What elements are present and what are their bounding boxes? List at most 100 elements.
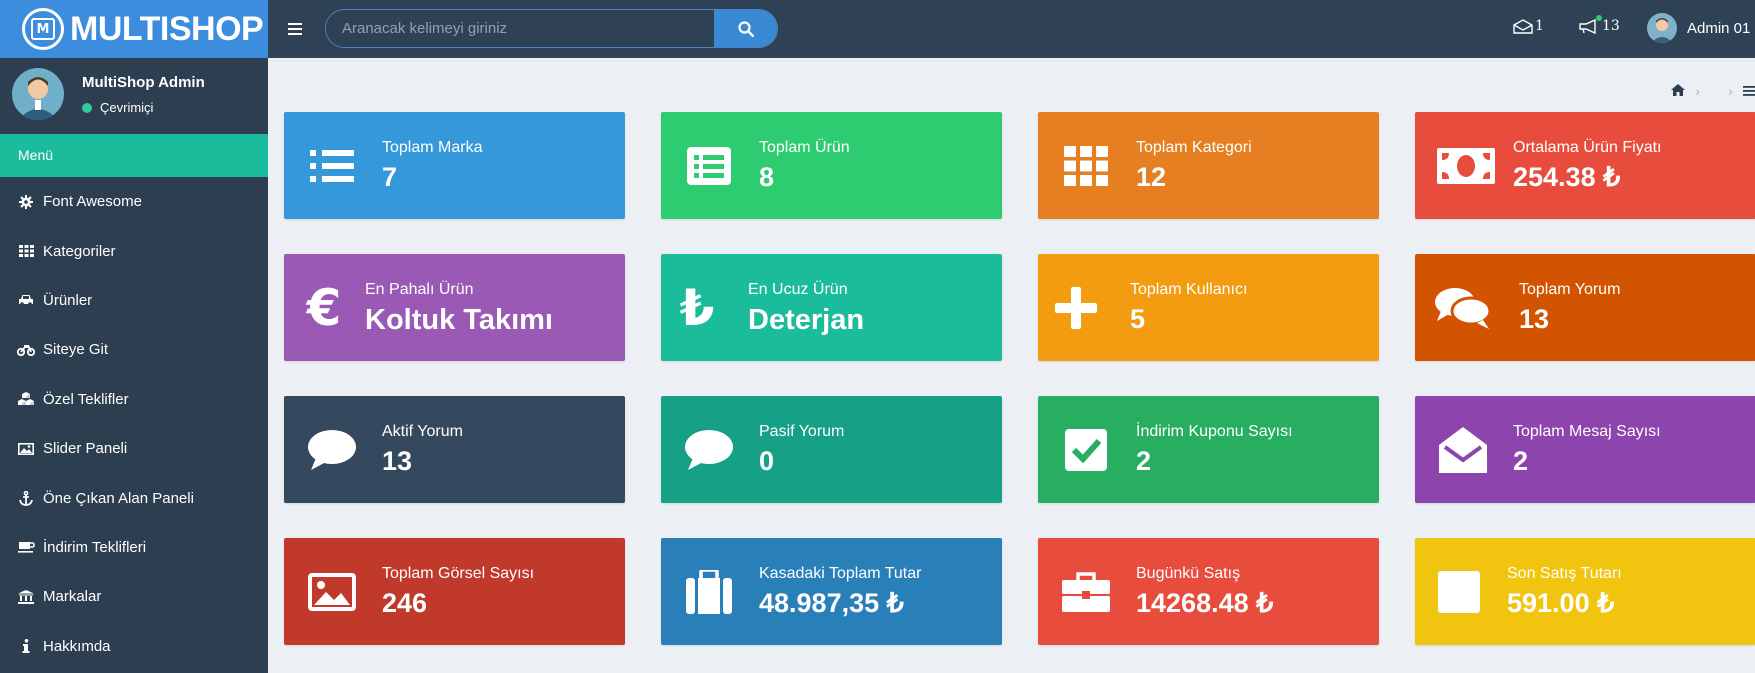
brand-logo-area[interactable]: M MULTISHOP [0,0,268,58]
brand-name: MULTISHOP [70,9,264,48]
stat-card-en-pahali-urun[interactable]: € En Pahalı Ürün Koltuk Takımı [284,254,625,361]
card-label: Aktif Yorum [382,423,463,440]
top-bar: M MULTISHOP 1 13 Admin 01 [0,0,1755,58]
money-icon [1437,142,1495,190]
card-label: Toplam Kategori [1136,139,1252,156]
card-value: 12 [1136,162,1167,192]
card-value: 0 [759,446,775,476]
stat-card-toplam-gorsel-sayisi[interactable]: Toplam Görsel Sayısı 246 [284,538,625,645]
stat-card-toplam-marka[interactable]: Toplam Marka 7 [284,112,625,219]
card-value: 5 [1130,304,1146,334]
sidebar-item-label: Kategoriler [43,242,116,260]
sidebar-item-siteye-git[interactable]: Siteye Git [0,325,268,374]
stat-card-indirim-kuponu-sayisi[interactable]: İndirim Kuponu Sayısı 2 [1038,396,1379,503]
list-icon [308,142,356,190]
sidebar-item-ozel-teklifler[interactable]: Özel Teklifler [0,375,268,424]
stat-card-son-satis-tutari[interactable]: Son Satış Tutarı 591.00 ₺ [1415,538,1755,645]
sidebar-item-markalar[interactable]: Markalar [0,572,268,621]
messages-count: 1 [1535,18,1544,34]
card-value: 13 [1519,304,1550,334]
search-bar [325,9,778,48]
card-value: 48.987,35 ₺ [759,588,904,618]
sidebar-menu: Font Awesome Kategoriler Ürünler Siteye … [0,177,268,671]
picture-icon [308,568,356,616]
sidebar-item-hakkimda[interactable]: Hakkımda [0,622,268,671]
stat-card-toplam-yorum[interactable]: Toplam Yorum 13 [1415,254,1755,361]
card-value: Koltuk Takımı [365,304,553,336]
messages-button[interactable]: 1 [1513,18,1544,34]
anchor-icon [17,490,35,506]
stat-card-toplam-urun[interactable]: Toplam Ürün 8 [661,112,1002,219]
comment-icon [685,426,733,474]
stat-card-aktif-yorum[interactable]: Aktif Yorum 13 [284,396,625,503]
home-icon[interactable] [1671,84,1686,99]
user-status: Çevrimiçi [82,100,153,115]
sidebar-item-label: Özel Teklifler [43,390,129,408]
stat-card-en-ucuz-urun[interactable]: ₺ En Ucuz Ürün Deterjan [661,254,1002,361]
card-value: Deterjan [748,304,865,336]
stat-card-kasadaki-toplam-tutar[interactable]: Kasadaki Toplam Tutar 48.987,35 ₺ [661,538,1002,645]
card-value: 7 [382,162,398,192]
grid-icon [17,243,35,259]
cubes-icon [17,391,35,407]
stat-card-ortalama-urun-fiyati[interactable]: Ortalama Ürün Fiyatı 254.38 ₺ [1415,112,1755,219]
car-icon [17,292,35,308]
card-label: En Pahalı Ürün [365,281,474,298]
card-value: 8 [759,162,775,192]
sidebar-item-one-cikan-alan-paneli[interactable]: Öne Çıkan Alan Paneli [0,473,268,522]
check-square-icon [1062,426,1110,474]
plus-icon [1052,284,1100,332]
sidebar-item-kategoriler[interactable]: Kategoriler [0,226,268,275]
search-icon [737,20,754,37]
list-icon[interactable] [1743,85,1755,99]
notifications-count: 13 [1602,18,1620,34]
stat-card-toplam-kategori[interactable]: Toplam Kategori 12 [1038,112,1379,219]
comment-icon [308,426,356,474]
card-value: 254.38 ₺ [1513,162,1621,192]
image-icon [17,441,35,457]
user-status-label: Çevrimiçi [100,100,154,115]
sidebar-item-label: Slider Paneli [43,440,128,458]
card-label: Toplam Görsel Sayısı [382,565,535,582]
breadcrumb: › › [1661,84,1755,99]
card-value: 591.00 ₺ [1507,588,1615,618]
stat-card-bugunku-satis[interactable]: Bugünkü Satış 14268.48 ₺ [1038,538,1379,645]
avatar [12,68,64,120]
card-value: 14268.48 ₺ [1136,588,1274,618]
hamburger-menu-icon[interactable] [288,17,306,39]
card-label: Ortalama Ürün Fiyatı [1513,139,1662,156]
sidebar-item-urunler[interactable]: Ürünler [0,276,268,325]
sidebar: MultiShop Admin Çevrimiçi Menü Font Awes… [0,58,268,673]
search-input[interactable] [326,10,714,47]
suitcase-icon [685,568,733,616]
toolbox-icon [1062,568,1110,616]
sidebar-item-label: Font Awesome [43,193,142,211]
card-value: 13 [382,446,413,476]
card-label: En Ucuz Ürün [748,281,848,298]
search-button[interactable] [714,10,777,47]
card-label: Toplam Yorum [1519,281,1621,298]
notifications-button[interactable]: 13 [1578,14,1620,34]
user-panel: MultiShop Admin Çevrimiçi [0,58,268,134]
menu-header: Menü [0,134,268,177]
sidebar-item-label: Markalar [43,588,102,606]
card-label: Bugünkü Satış [1136,565,1241,582]
bank-icon [17,589,35,605]
stat-card-pasif-yorum[interactable]: Pasif Yorum 0 [661,396,1002,503]
stat-card-toplam-kullanici[interactable]: Toplam Kullanıcı 5 [1038,254,1379,361]
sidebar-item-label: Hakkımda [43,637,111,655]
user-menu[interactable]: Admin 01 [1647,13,1750,43]
lira-icon: ₺ [679,279,715,337]
sidebar-item-font-awesome[interactable]: Font Awesome [0,177,268,226]
stat-card-toplam-mesaj-sayisi[interactable]: Toplam Mesaj Sayısı 2 [1415,396,1755,503]
card-label: Pasif Yorum [759,423,845,440]
envelope-open-icon [1439,426,1487,474]
sidebar-item-slider-paneli[interactable]: Slider Paneli [0,424,268,473]
chevron-right-icon: › [1728,84,1733,99]
online-status-icon [82,102,92,113]
card-label: Toplam Kullanıcı [1130,281,1248,298]
divider [268,60,1755,61]
notification-dot [1596,14,1602,21]
card-value: 2 [1136,446,1152,476]
sidebar-item-indirim-teklifleri[interactable]: İndirim Teklifleri [0,523,268,572]
